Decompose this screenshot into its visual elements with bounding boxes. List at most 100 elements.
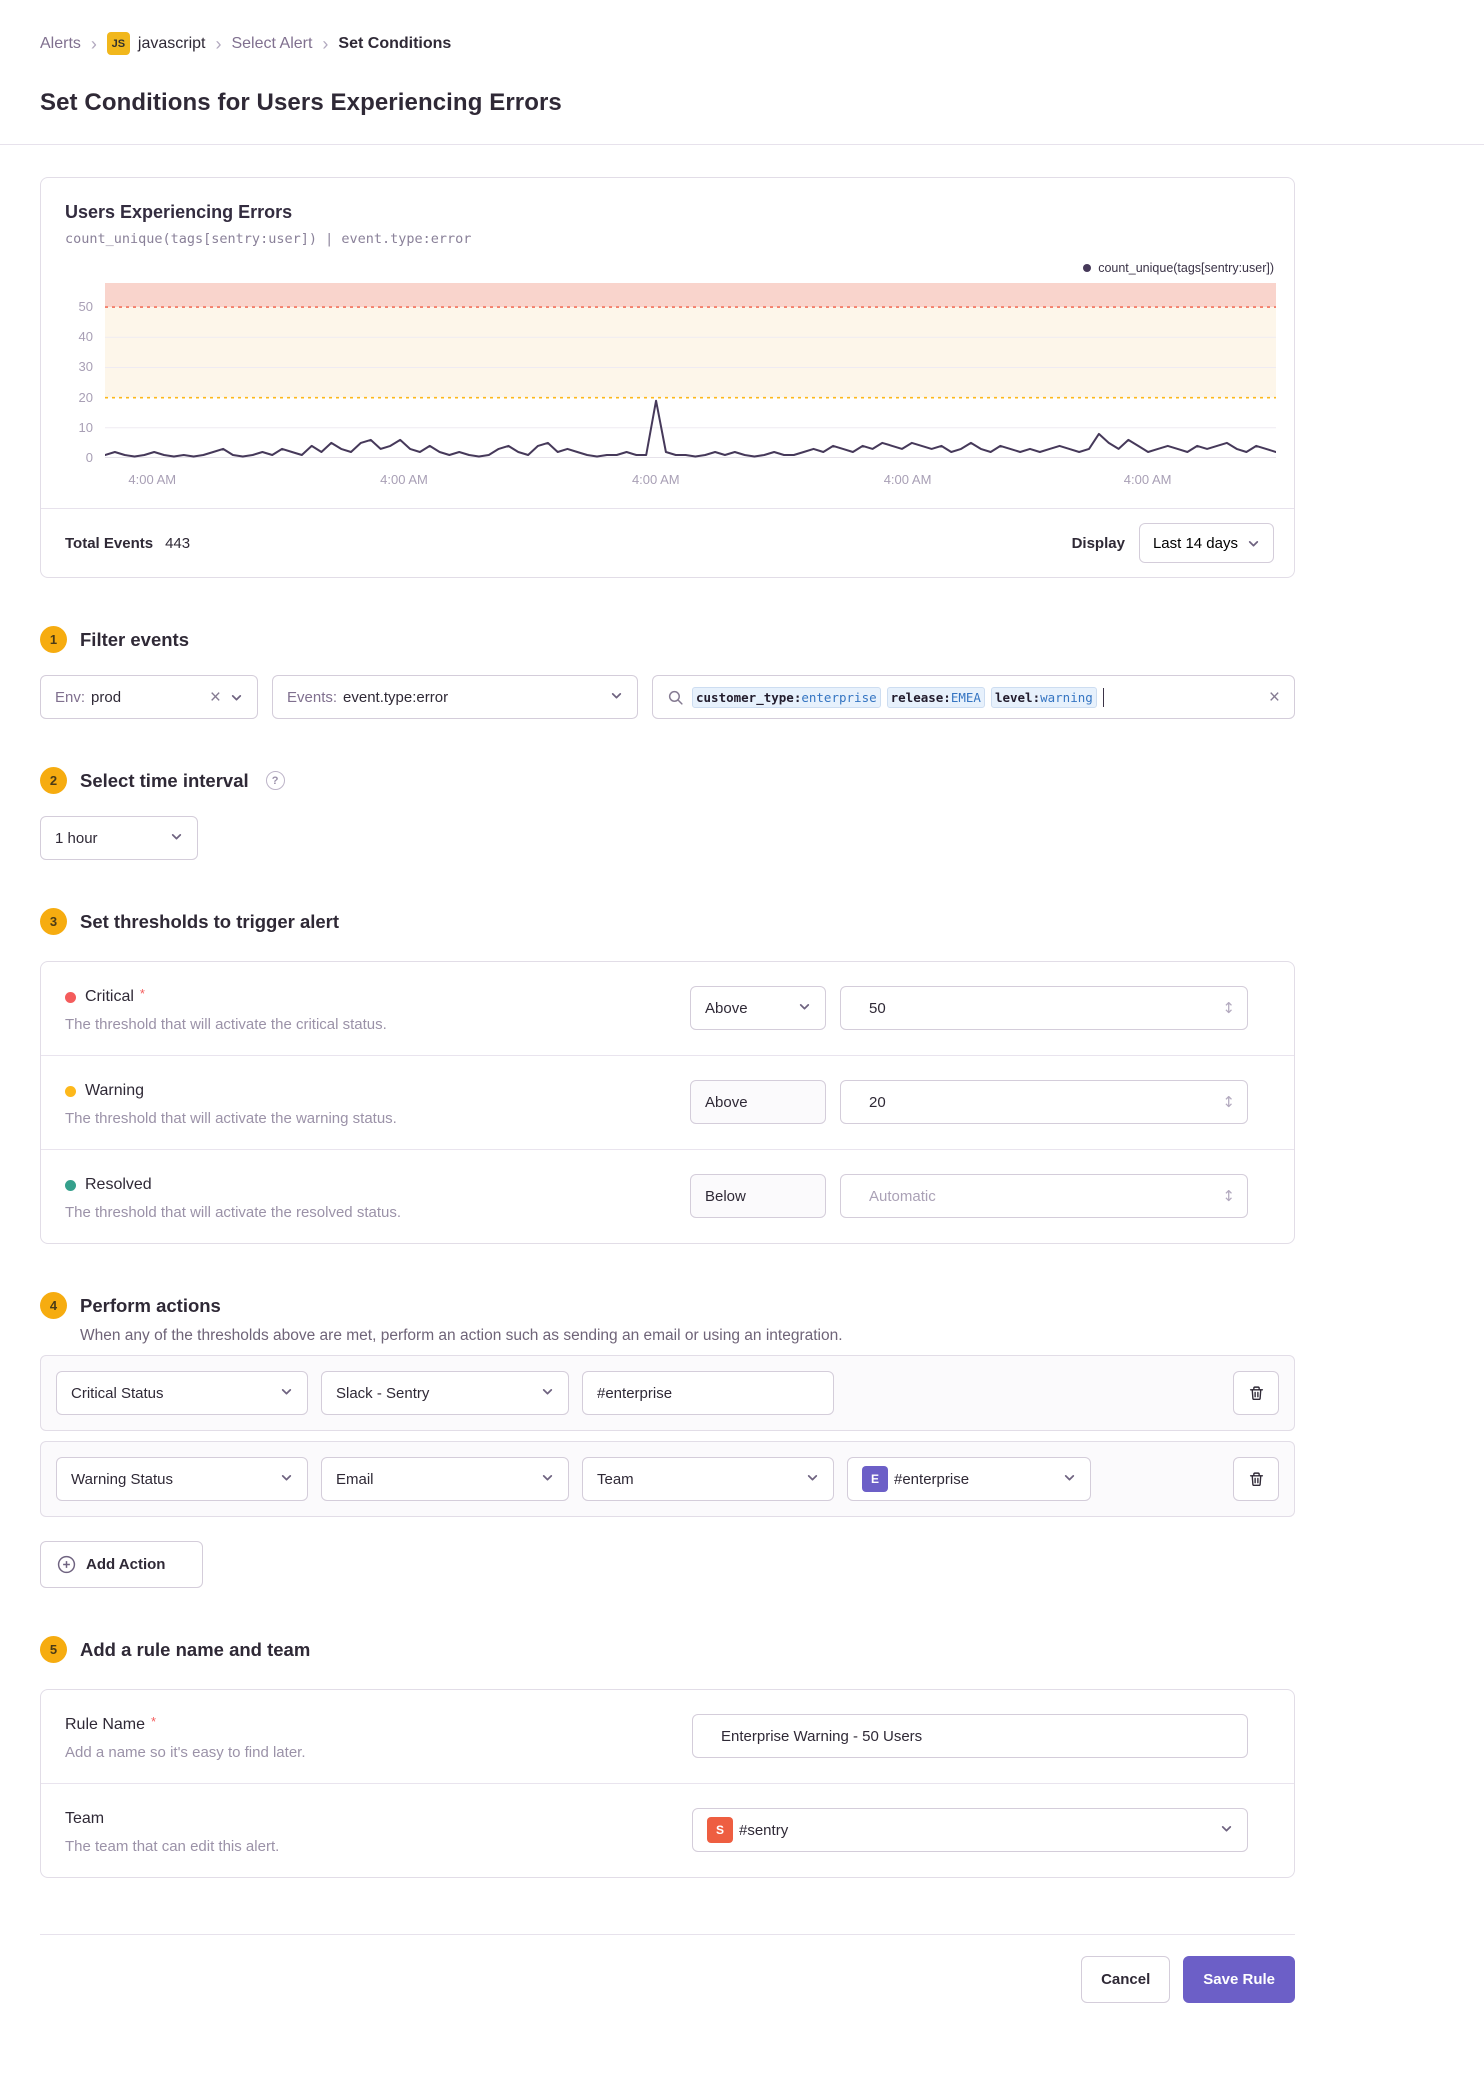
search-token[interactable]: level:warning — [990, 686, 1097, 708]
chevron-down-icon — [281, 1474, 292, 1481]
action-trigger-select[interactable]: Warning Status — [56, 1457, 308, 1501]
token-value: enterprise — [801, 689, 877, 705]
x-axis-tick: 4:00 AM — [128, 472, 177, 487]
chevron-down-icon — [807, 1474, 818, 1481]
chevron-down-icon — [611, 692, 622, 699]
breadcrumb-current: Set Conditions — [338, 34, 452, 52]
cancel-button[interactable]: Cancel — [1081, 1956, 1171, 2003]
warning-threshold-input-wrap: ↕ — [840, 1080, 1248, 1124]
clear-search-icon[interactable]: × — [1269, 688, 1280, 707]
token-key: customer_type: — [696, 689, 802, 705]
y-axis-tick: 50 — [78, 299, 93, 315]
action-trigger-value: Warning Status — [71, 1470, 173, 1488]
section-title: Add a rule name and team — [80, 1638, 311, 1660]
team-select[interactable]: S #sentry — [692, 1808, 1248, 1852]
chart-title: Users Experiencing Errors — [65, 202, 293, 222]
display-label: Display — [1071, 534, 1125, 552]
threshold-name: Critical — [85, 988, 134, 1005]
team-avatar: S — [707, 1817, 733, 1843]
action-service-select[interactable]: Email — [321, 1457, 569, 1501]
warning-condition-button[interactable]: Above — [690, 1080, 826, 1124]
breadcrumb-project[interactable]: JS javascript — [106, 32, 206, 55]
event-types-select-value: event.type:error — [343, 688, 449, 706]
text-cursor — [1102, 687, 1105, 707]
critical-threshold-row: Critical * The threshold that will activ… — [41, 962, 1294, 1055]
delete-action-button[interactable] — [1233, 1371, 1279, 1415]
chevron-down-icon — [1064, 1474, 1075, 1481]
action-trigger-select[interactable]: Critical Status — [56, 1371, 308, 1415]
display-range-dropdown[interactable]: Last 14 days — [1138, 523, 1274, 563]
rule-name-row: Rule Name * Add a name so it's easy to f… — [41, 1690, 1294, 1783]
y-axis-tick: 30 — [78, 359, 93, 375]
team-row: Team The team that can edit this alert. … — [41, 1783, 1294, 1877]
threshold-name: Resolved — [85, 1176, 152, 1193]
breadcrumb-select-alert[interactable]: Select Alert — [231, 35, 312, 53]
chevron-down-icon — [281, 1388, 292, 1395]
action-team-value: #enterprise — [894, 1470, 970, 1488]
action-service-select[interactable]: Slack - Sentry — [321, 1371, 569, 1415]
action-target-type-select[interactable]: Team — [582, 1457, 834, 1501]
team-select-value: #sentry — [739, 1821, 789, 1839]
warning-status-dot — [65, 1085, 76, 1097]
resolved-condition-button[interactable]: Below — [690, 1174, 826, 1218]
stepper-icon[interactable]: ↕ — [1222, 1187, 1235, 1205]
delete-action-button[interactable] — [1233, 1457, 1279, 1501]
add-action-button[interactable]: Add Action — [40, 1541, 203, 1588]
total-events-value: 443 — [165, 534, 191, 552]
save-rule-button[interactable]: Save Rule — [1183, 1956, 1295, 2003]
section-title: Filter events — [80, 628, 189, 650]
section-perform-actions: 4 Perform actions When any of the thresh… — [40, 1292, 1295, 1588]
resolved-threshold-row: Resolved The threshold that will activat… — [41, 1149, 1294, 1243]
y-axis-tick: 40 — [78, 329, 93, 345]
required-asterisk: * — [139, 985, 145, 1001]
action-row-critical: Critical Status Slack - Sentry — [40, 1355, 1295, 1431]
stepper-icon[interactable]: ↕ — [1222, 1093, 1235, 1111]
threshold-description: The threshold that will activate the cri… — [65, 1016, 387, 1033]
breadcrumb-project-label: javascript — [137, 34, 206, 52]
rule-name-description: Add a name so it's easy to find later. — [65, 1744, 306, 1761]
time-interval-select[interactable]: 1 hour — [40, 816, 198, 860]
filter-search-input[interactable]: customer_type:enterprise release:EMEA le… — [652, 675, 1295, 719]
section-thresholds: 3 Set thresholds to trigger alert Critic… — [40, 908, 1295, 1244]
action-channel-input[interactable] — [583, 1384, 833, 1402]
clear-environment-icon[interactable]: × — [210, 688, 221, 707]
resolved-status-dot — [65, 1179, 76, 1191]
section-title: Set thresholds to trigger alert — [80, 910, 340, 932]
critical-threshold-input[interactable] — [855, 987, 1233, 1029]
chart-y-axis: 50 40 30 20 10 0 — [53, 283, 93, 465]
action-service-value: Email — [336, 1470, 374, 1488]
search-token[interactable]: customer_type:enterprise — [692, 686, 881, 708]
chevron-right-icon: › — [90, 33, 97, 54]
chart-header: Users Experiencing Errors count_unique(t… — [41, 178, 1294, 247]
critical-condition-select[interactable]: Above — [690, 986, 826, 1030]
chevron-right-icon: › — [215, 33, 222, 54]
page-title: Set Conditions for Users Experiencing Er… — [40, 89, 562, 116]
chart-footer: Total Events 443 Display Last 14 days — [41, 508, 1294, 577]
chart-x-axis: 4:00 AM 4:00 AM 4:00 AM 4:00 AM 4:00 AM — [105, 466, 1276, 496]
environment-select-label: Env: — [55, 688, 86, 706]
breadcrumb-alerts[interactable]: Alerts — [40, 35, 81, 53]
step-4-badge: 4 — [40, 1292, 67, 1319]
time-interval-value: 1 hour — [55, 829, 98, 847]
total-events-label: Total Events — [65, 534, 154, 552]
javascript-platform-icon: JS — [106, 32, 130, 55]
action-row-warning: Warning Status Email Team E #enterprise — [40, 1441, 1295, 1517]
team-description: The team that can edit this alert. — [65, 1838, 280, 1855]
environment-select[interactable]: Env: prod × — [40, 675, 258, 719]
warning-threshold-input[interactable] — [855, 1081, 1233, 1123]
chart-plot: 50 40 30 20 10 0 — [79, 283, 1276, 465]
search-token-list: customer_type:enterprise release:EMEA le… — [692, 686, 1105, 708]
rule-name-label: Rule Name — [65, 1716, 146, 1733]
resolved-threshold-input[interactable] — [855, 1175, 1233, 1217]
rule-name-input[interactable] — [707, 1715, 1233, 1757]
chevron-down-icon — [231, 694, 242, 701]
chevron-down-icon — [542, 1388, 553, 1395]
action-team-select[interactable]: E #enterprise — [847, 1457, 1091, 1501]
event-types-select[interactable]: Events: event.type:error — [272, 675, 638, 719]
step-1-badge: 1 — [40, 626, 67, 653]
search-token[interactable]: release:EMEA — [886, 686, 985, 708]
help-icon[interactable]: ? — [265, 771, 285, 790]
warning-threshold-row: Warning The threshold that will activate… — [41, 1055, 1294, 1149]
stepper-icon[interactable]: ↕ — [1222, 999, 1235, 1017]
event-types-select-label: Events: — [287, 688, 338, 706]
